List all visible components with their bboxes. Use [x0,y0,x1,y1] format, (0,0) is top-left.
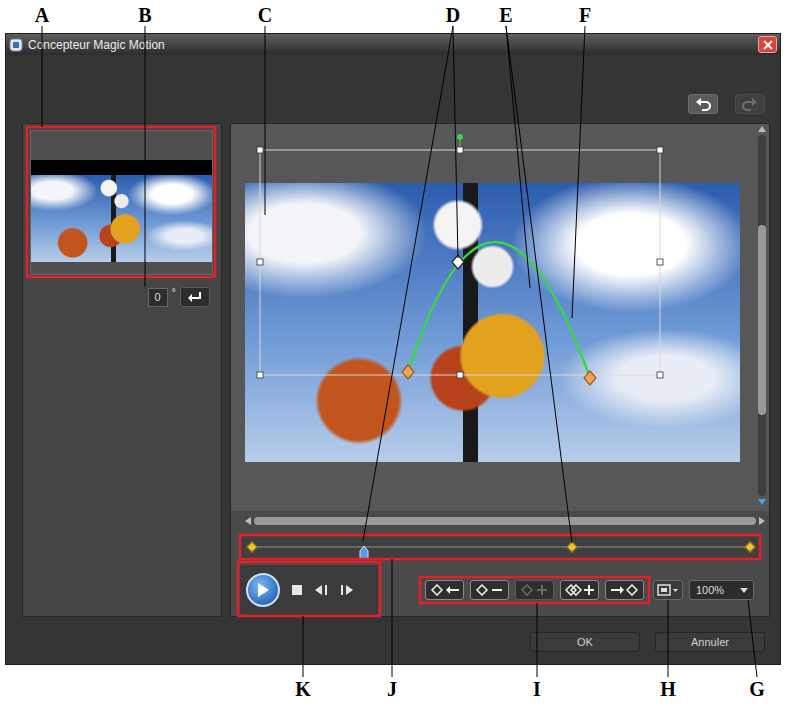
callout-label: D [445,4,461,26]
play-button[interactable] [246,573,280,607]
rotation-unit: ° [172,287,176,298]
next-keyframe-icon [609,584,641,596]
previous-keyframe-button[interactable] [425,580,464,600]
remove-keyframe-button[interactable] [470,580,509,600]
undo-button[interactable] [688,94,718,114]
stop-icon [292,585,302,595]
keyframe-buttons [422,580,647,600]
next-frame-button[interactable] [340,585,354,595]
thumbnail [30,130,213,275]
play-icon [256,582,270,598]
timeline-keyframe[interactable] [567,541,578,552]
canvas [231,124,755,511]
path-keyframe[interactable] [452,255,464,269]
zoom-value: 100% [696,582,724,599]
redo-button[interactable] [735,94,765,114]
callout-label: E [498,4,514,26]
add-keyframe-icon [519,584,551,596]
vertical-scrollbar[interactable] [755,124,769,511]
ok-button[interactable]: OK [530,632,640,652]
playhead[interactable] [359,540,369,554]
enter-icon [187,291,203,303]
callout-label: G [749,678,765,700]
screenshot: Concepteur Magic Motion 0 ° [0,0,785,721]
redo-icon [742,98,758,111]
title-bar: Concepteur Magic Motion [6,34,780,55]
rotation-field[interactable]: 0 [148,288,168,307]
preview-panel: 0 ° [22,123,222,617]
view-options-icon [657,584,679,596]
editor-panel: 100% [230,123,770,617]
callout-label: H [660,678,676,700]
previous-keyframe-icon [429,584,461,596]
horizontal-scrollbar[interactable] [231,511,769,531]
photo [245,183,740,462]
path-keyframe[interactable] [402,365,414,379]
dialog-buttons: OK Annuler [6,617,780,664]
callout-label: C [257,4,273,26]
callout-label: J [384,678,400,700]
playhead-icon [359,546,369,560]
previous-frame-button[interactable] [314,585,328,595]
path-keyframe[interactable] [584,371,596,385]
window-title: Concepteur Magic Motion [28,39,753,51]
duplicate-keyframe-icon [564,584,596,596]
add-keyframe-button[interactable] [515,580,554,600]
timeline[interactable] [240,536,760,558]
close-button[interactable] [758,36,777,53]
duplicate-keyframe-button[interactable] [560,580,599,600]
thumbnail-photo [31,175,212,262]
apply-rotation-button[interactable] [180,287,210,307]
motion-path-overlay[interactable] [231,124,755,511]
previous-frame-icon [314,585,328,595]
callout-label: K [295,678,311,700]
view-options-button[interactable] [653,580,683,600]
right-arrow-icon [759,517,765,525]
toolbar [6,55,780,123]
left-arrow-icon [245,517,251,525]
zoom-dropdown[interactable]: 100% [689,580,754,600]
stop-button[interactable] [292,585,302,595]
down-arrow-icon [758,499,766,505]
cancel-button[interactable]: Annuler [655,632,765,652]
callout-label: B [137,4,153,26]
app-icon [9,38,23,52]
callout-label: A [34,4,50,26]
dropdown-arrow-icon [740,588,748,593]
magic-motion-window: Concepteur Magic Motion 0 ° [5,33,781,665]
next-frame-icon [340,585,354,595]
callout-label: I [529,678,545,700]
undo-icon [695,98,711,111]
remove-keyframe-icon [474,584,506,596]
playback-controls [240,565,378,615]
timeline-keyframe[interactable] [744,541,755,552]
up-arrow-icon [758,126,766,132]
annotation-overlay [0,0,785,721]
next-keyframe-button[interactable] [605,580,644,600]
close-icon [763,40,773,50]
timeline-keyframe[interactable] [246,541,257,552]
callout-label: F [577,4,593,26]
